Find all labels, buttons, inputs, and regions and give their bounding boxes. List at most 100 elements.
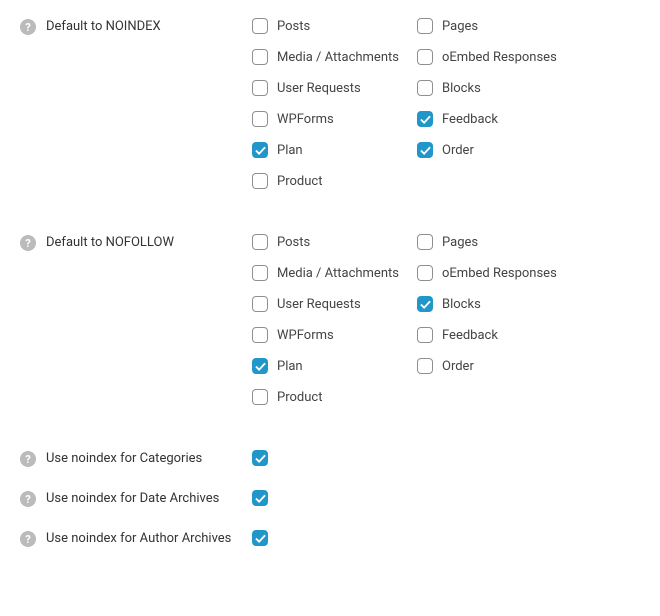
check-icon [255,453,266,464]
option-label: Media / Attachments [277,50,399,65]
check-icon [420,299,431,310]
option-label: Pages [442,19,478,34]
checkbox[interactable] [252,18,268,34]
checkbox-date-archives[interactable] [252,490,268,506]
setting-label: Use noindex for Author Archives [46,530,231,548]
option-label: Product [277,390,322,405]
setting-label: Use noindex for Date Archives [46,490,219,508]
option-label: Pages [442,235,478,250]
option-item: Product [252,173,417,189]
setting-label: Default to NOFOLLOW [46,234,174,252]
option-label: Plan [277,143,303,158]
check-icon [255,145,266,156]
label-col: ? Use noindex for Author Archives [20,530,252,548]
check-icon [255,493,266,504]
option-label: Product [277,174,322,189]
checkbox[interactable] [252,234,268,250]
check-icon [255,361,266,372]
option-item: Media / Attachments [252,49,417,65]
checkbox[interactable] [417,18,433,34]
option-label: User Requests [277,297,361,312]
options-noindex: Posts Pages Media / Attachments oEmbed Resp… [252,18,640,204]
setting-noindex: ? Default to NOINDEX Posts Pages Media / A… [20,18,640,204]
check-icon [255,533,266,544]
single-check [252,530,277,546]
label-col: ? Default to NOFOLLOW [20,234,252,252]
option-item: oEmbed Responses [417,49,582,65]
checkbox[interactable] [252,265,268,281]
option-label: Plan [277,359,303,374]
option-item: Posts [252,18,417,34]
setting-nofollow: ? Default to NOFOLLOW Posts Pages Media / … [20,234,640,420]
option-label: Posts [277,235,310,250]
option-item: oEmbed Responses [417,265,582,281]
setting-label: Use noindex for Categories [46,450,202,468]
option-item: Blocks [417,296,582,312]
option-item: Order [417,358,582,374]
checkbox[interactable] [417,142,433,158]
checkbox[interactable] [417,296,433,312]
option-label: Media / Attachments [277,266,399,281]
single-check [252,490,277,506]
checkbox[interactable] [252,80,268,96]
setting-date-archives: ? Use noindex for Date Archives [20,490,640,508]
checkbox[interactable] [252,142,268,158]
checkbox[interactable] [252,296,268,312]
setting-author-archives: ? Use noindex for Author Archives [20,530,640,548]
option-label: Order [442,143,474,158]
setting-label: Default to NOINDEX [46,18,161,36]
option-item: WPForms [252,327,417,343]
checkbox[interactable] [417,327,433,343]
label-col: ? Use noindex for Categories [20,450,252,468]
option-label: Blocks [442,81,481,96]
option-item: User Requests [252,296,417,312]
options-nofollow: Posts Pages Media / Attachments oEmbed Resp… [252,234,640,420]
checkbox[interactable] [417,49,433,65]
checkbox[interactable] [417,265,433,281]
checkbox[interactable] [252,49,268,65]
label-col: ? Default to NOINDEX [20,18,252,36]
option-item: Media / Attachments [252,265,417,281]
checkbox[interactable] [252,389,268,405]
option-item: Posts [252,234,417,250]
checkbox-author-archives[interactable] [252,530,268,546]
option-item: User Requests [252,80,417,96]
option-item: WPForms [252,111,417,127]
option-label: Blocks [442,297,481,312]
setting-categories: ? Use noindex for Categories [20,450,640,468]
help-icon[interactable]: ? [20,531,36,547]
help-icon[interactable]: ? [20,235,36,251]
option-label: Feedback [442,328,498,343]
check-icon [420,145,431,156]
option-item: Feedback [417,327,582,343]
option-item: Order [417,142,582,158]
option-label: oEmbed Responses [442,50,557,65]
option-label: Feedback [442,112,498,127]
checkbox[interactable] [252,111,268,127]
checkbox[interactable] [417,234,433,250]
checkbox[interactable] [252,173,268,189]
help-icon[interactable]: ? [20,491,36,507]
checkbox[interactable] [417,111,433,127]
option-label: Order [442,359,474,374]
option-item: Product [252,389,417,405]
option-label: oEmbed Responses [442,266,557,281]
option-item: Pages [417,18,582,34]
option-label: User Requests [277,81,361,96]
checkbox-categories[interactable] [252,450,268,466]
option-label: WPForms [277,112,334,127]
option-item: Pages [417,234,582,250]
checkbox[interactable] [417,80,433,96]
option-item: Feedback [417,111,582,127]
help-icon[interactable]: ? [20,19,36,35]
checkbox[interactable] [252,358,268,374]
option-item: Plan [252,358,417,374]
single-check [252,450,277,466]
checkbox[interactable] [252,327,268,343]
label-col: ? Use noindex for Date Archives [20,490,252,508]
help-icon[interactable]: ? [20,451,36,467]
option-label: Posts [277,19,310,34]
checkbox[interactable] [417,358,433,374]
check-icon [420,114,431,125]
option-item: Blocks [417,80,582,96]
